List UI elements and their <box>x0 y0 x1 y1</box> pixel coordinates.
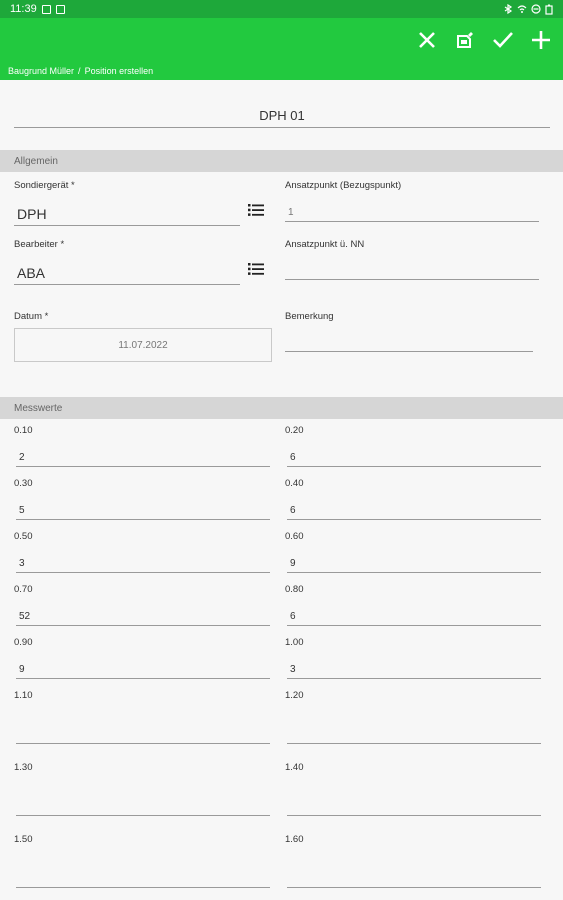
measurement-depth-label: 0.20 <box>285 425 304 436</box>
measurement-depth-label: 0.30 <box>14 478 33 489</box>
measurement-value-field[interactable]: 6 <box>287 604 541 626</box>
measurement-depth-label: 1.00 <box>285 637 304 648</box>
status-bar: 11:39 <box>0 0 563 18</box>
datum-label: Datum * <box>14 311 49 322</box>
ansatzpunkt-nn-label: Ansatzpunkt ü. NN <box>285 239 365 250</box>
measurement-depth-label: 1.40 <box>285 762 304 773</box>
section-general-header: Allgemein <box>0 150 563 172</box>
bemerkung-field[interactable] <box>285 330 533 352</box>
breadcrumb-separator: / <box>78 66 81 76</box>
measurement-value-field[interactable] <box>16 782 270 816</box>
measurement-value-field[interactable]: 3 <box>287 657 541 679</box>
measurement-depth-label: 0.60 <box>285 531 304 542</box>
measurement-depth-label: 1.30 <box>14 762 33 773</box>
image-notification-icon <box>41 4 51 14</box>
bearbeiter-field[interactable]: ABA <box>14 259 240 285</box>
breadcrumb-project[interactable]: Baugrund Müller <box>8 66 74 76</box>
breadcrumb-current: Position erstellen <box>84 66 154 76</box>
add-button[interactable] <box>529 28 553 52</box>
close-button[interactable] <box>415 28 439 52</box>
measurement-value-field[interactable]: 2 <box>16 445 270 467</box>
measurement-value-field[interactable]: 9 <box>16 657 270 679</box>
save-icon <box>457 32 473 48</box>
bluetooth-icon <box>504 4 513 14</box>
measurement-value-field[interactable]: 6 <box>287 445 541 467</box>
datum-picker[interactable]: 11.07.2022 <box>14 328 272 362</box>
app-bar: Baugrund Müller / Position erstellen <box>0 18 563 80</box>
ansatzpunkt-field[interactable]: 1 <box>285 200 539 222</box>
breadcrumb: Baugrund Müller / Position erstellen <box>8 66 153 76</box>
dnd-icon <box>531 4 541 14</box>
measurement-depth-label: 0.80 <box>285 584 304 595</box>
measurement-value-field[interactable] <box>287 710 541 744</box>
measurement-value-field[interactable]: 52 <box>16 604 270 626</box>
battery-icon <box>545 4 553 15</box>
sondiergeraet-field[interactable]: DPH <box>14 200 240 226</box>
measurement-value-field[interactable] <box>16 854 270 888</box>
bearbeiter-label: Bearbeiter * <box>14 239 65 250</box>
section-measurements-header: Messwerte <box>0 397 563 419</box>
measurement-depth-label: 0.10 <box>14 425 33 436</box>
wifi-icon <box>517 5 527 13</box>
measurement-value-field[interactable]: 5 <box>16 498 270 520</box>
check-notification-icon <box>55 4 65 14</box>
save-draft-button[interactable] <box>453 28 477 52</box>
measurement-depth-label: 1.10 <box>14 690 33 701</box>
bearbeiter-list-icon[interactable] <box>248 263 264 275</box>
confirm-button[interactable] <box>491 28 515 52</box>
measurement-depth-label: 1.60 <box>285 834 304 845</box>
ansatzpunkt-nn-field[interactable] <box>285 258 539 280</box>
measurement-depth-label: 0.70 <box>14 584 33 595</box>
measurement-value-field[interactable]: 9 <box>287 551 541 573</box>
add-icon <box>532 31 550 49</box>
sondiergeraet-label: Sondiergerät * <box>14 180 75 191</box>
position-name-input[interactable]: DPH 01 <box>14 108 550 128</box>
close-icon <box>419 32 435 48</box>
form-content: DPH 01 Allgemein Sondiergerät * DPH Bear… <box>0 80 563 900</box>
measurement-value-field[interactable] <box>16 710 270 744</box>
measurement-depth-label: 1.20 <box>285 690 304 701</box>
measurement-value-field[interactable] <box>287 854 541 888</box>
sondiergeraet-list-icon[interactable] <box>248 204 264 216</box>
measurement-value-field[interactable]: 6 <box>287 498 541 520</box>
measurement-depth-label: 0.90 <box>14 637 33 648</box>
ansatzpunkt-label: Ansatzpunkt (Bezugspunkt) <box>285 180 402 191</box>
measurement-value-field[interactable]: 3 <box>16 551 270 573</box>
measurement-depth-label: 0.40 <box>285 478 304 489</box>
measurement-depth-label: 0.50 <box>14 531 33 542</box>
check-icon <box>493 32 513 48</box>
status-time: 11:39 <box>10 3 37 15</box>
bemerkung-label: Bemerkung <box>285 311 334 322</box>
measurement-value-field[interactable] <box>287 782 541 816</box>
measurement-depth-label: 1.50 <box>14 834 33 845</box>
